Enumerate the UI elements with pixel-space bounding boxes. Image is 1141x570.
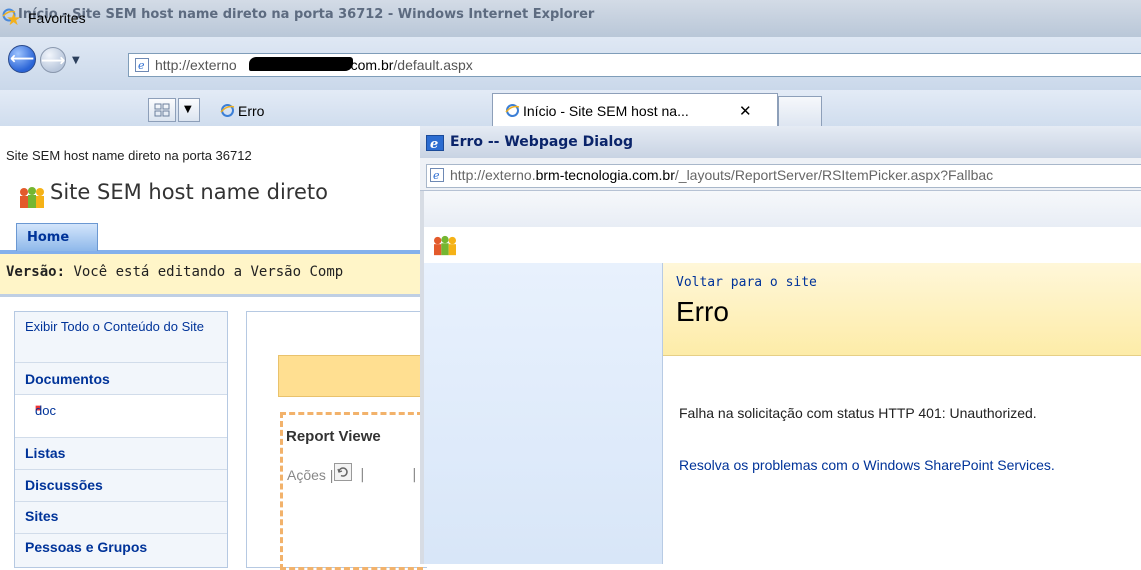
tab-ie-icon [505,103,520,118]
refresh-icon[interactable] [334,463,352,484]
tab-ie-icon [220,103,235,118]
svg-text:e: e [138,59,145,72]
favorites-star-icon[interactable]: ★ [6,10,21,30]
dialog-left-panel [424,263,663,564]
back-to-site-link[interactable]: Voltar para o site [676,275,817,290]
back-arrow-icon: ⟵ [9,49,35,69]
quicklaunch-discussoes[interactable]: Discussões [15,470,227,502]
tab-label: Erro [238,103,265,119]
quick-tabs-icon [154,103,170,117]
quicklaunch-sites[interactable]: Sites [15,502,227,534]
svg-text:e: e [433,169,440,182]
sharepoint-people-logo-icon [18,186,46,213]
view-all-content-link[interactable]: Exibir Todo o Conteúdo do Site [15,312,227,363]
dialog-top-band [424,191,1141,227]
dialog-ie-icon: e [426,135,444,154]
history-dropdown-icon[interactable]: ▼ [72,55,80,66]
version-text: Versão: Você está editando a Versão Comp [6,264,344,280]
dialog-url: http://externo.brm-tecnologia.com.br/_la… [450,167,994,183]
tab-erro[interactable]: Erro [208,98,488,125]
window-title: Início - Site SEM host name direto na po… [18,7,595,22]
report-viewer-title: Report Viewe [286,428,381,445]
quick-tabs-button[interactable] [148,98,176,122]
tab-label: Início - Site SEM host na... [523,103,689,119]
tab-home-label: Home [27,230,70,245]
quicklaunch-documentos[interactable]: Documentos [15,363,227,395]
window-titlebar: Início - Site SEM host name direto na po… [0,0,1141,37]
site-title[interactable]: Site SEM host name direto [50,180,328,204]
page-title: Erro [676,296,729,327]
dialog-logo-row [424,227,1141,264]
quick-launch: Exibir Todo o Conteúdo do Site Documento… [14,311,228,568]
forward-button[interactable]: ⟶ [40,47,66,73]
troubleshoot-link[interactable]: Resolva os problemas com o Windows Share… [679,457,1055,473]
tab-home[interactable]: Home [16,223,98,251]
tab-inicio[interactable]: Início - Site SEM host na... ✕ [492,93,778,127]
breadcrumb[interactable]: Site SEM host name direto na porta 36712 [6,148,252,163]
dialog-titlebar: e Erro -- Webpage Dialog [420,126,1141,158]
actions-menu[interactable]: Ações | [287,467,333,483]
quicklaunch-pessoas[interactable]: Pessoas e Grupos [15,534,227,565]
web-part-header-bar [278,355,422,397]
redaction-mark [249,57,353,71]
new-tab-button[interactable] [778,96,822,127]
back-button[interactable]: ⟵ [8,45,36,73]
toolbar-separator: | [412,467,417,483]
tab-list-button[interactable]: ▼ [178,98,200,122]
sharepoint-people-logo-icon [432,235,458,260]
quicklaunch-listas[interactable]: Listas [15,438,227,470]
favorites-label[interactable]: Favorites [28,10,86,26]
quicklaunch-doc-item[interactable]: ■ doc [15,395,227,438]
dialog-title: Erro -- Webpage Dialog [450,134,633,150]
tab-list-dropdown-icon: ▼ [184,104,192,115]
svg-text:e: e [430,137,438,151]
toolbar-separator: | [360,467,365,483]
version-bar: Versão: Você está editando a Versão Comp [0,254,420,297]
close-tab-icon[interactable]: ✕ [739,102,752,120]
error-message: Falha na solicitação com status HTTP 401… [679,405,1037,421]
address-bar[interactable]: e http://externo .com.br/default.aspx [128,53,1141,77]
forward-arrow-icon: ⟶ [41,51,66,71]
page-ie-icon: e [135,58,149,72]
dialog-page-icon: e [430,168,444,185]
